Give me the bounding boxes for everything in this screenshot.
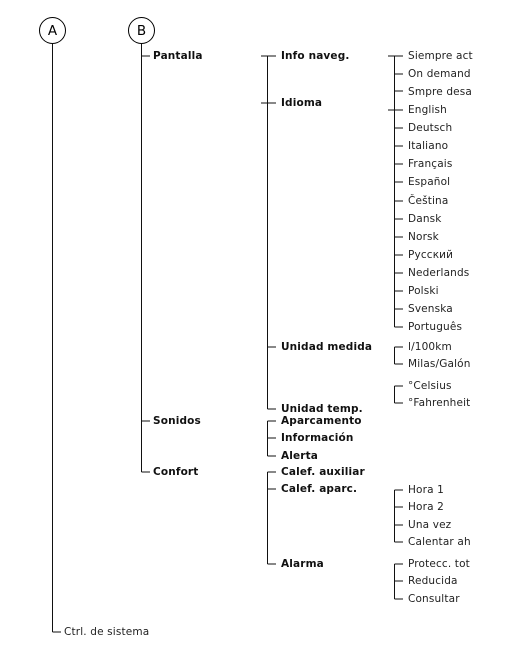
option-l-100km[interactable]: l/100km bbox=[408, 341, 452, 353]
option-on-demand[interactable]: On demand bbox=[408, 68, 471, 80]
option-english[interactable]: English bbox=[408, 104, 447, 116]
option-smpre-desa[interactable]: Smpre desa bbox=[408, 86, 472, 98]
option-consultar[interactable]: Consultar bbox=[408, 593, 460, 605]
option-hora-1[interactable]: Hora 1 bbox=[408, 484, 444, 496]
node-calef-auxiliar[interactable]: Calef. auxiliar bbox=[281, 466, 365, 478]
option-francais[interactable]: Français bbox=[408, 158, 452, 170]
node-sonidos[interactable]: Sonidos bbox=[153, 415, 201, 427]
option-cestina[interactable]: Čeština bbox=[408, 195, 448, 207]
option-reducida[interactable]: Reducida bbox=[408, 575, 458, 587]
node-alarma[interactable]: Alarma bbox=[281, 558, 324, 570]
menu-tree-diagram: A B Pantalla Sonidos Confort Info naveg.… bbox=[0, 0, 518, 650]
column-badge-b: B bbox=[128, 17, 155, 44]
option-svenska[interactable]: Svenska bbox=[408, 303, 453, 315]
node-idioma[interactable]: Idioma bbox=[281, 97, 322, 109]
option-una-vez[interactable]: Una vez bbox=[408, 519, 451, 531]
option-portugues[interactable]: Português bbox=[408, 321, 462, 333]
option-espanol[interactable]: Español bbox=[408, 176, 450, 188]
option-milas-galon[interactable]: Milas/Galón bbox=[408, 358, 471, 370]
option-fahrenheit[interactable]: °Fahrenheit bbox=[408, 397, 470, 409]
node-alerta[interactable]: Alerta bbox=[281, 450, 318, 462]
option-nederlands[interactable]: Nederlands bbox=[408, 267, 469, 279]
node-pantalla[interactable]: Pantalla bbox=[153, 50, 203, 62]
option-italiano[interactable]: Italiano bbox=[408, 140, 448, 152]
node-unidad-medida[interactable]: Unidad medida bbox=[281, 341, 372, 353]
option-celsius[interactable]: °Celsius bbox=[408, 380, 452, 392]
node-info-naveg[interactable]: Info naveg. bbox=[281, 50, 350, 62]
option-polski[interactable]: Polski bbox=[408, 285, 439, 297]
option-deutsch[interactable]: Deutsch bbox=[408, 122, 452, 134]
node-informacion[interactable]: Información bbox=[281, 432, 354, 444]
root-note-label: Ctrl. de sistema bbox=[64, 626, 150, 638]
option-protecc-tot[interactable]: Protecc. tot bbox=[408, 558, 470, 570]
option-hora-2[interactable]: Hora 2 bbox=[408, 501, 444, 513]
option-norsk[interactable]: Norsk bbox=[408, 231, 439, 243]
node-calef-aparc[interactable]: Calef. aparc. bbox=[281, 483, 357, 495]
option-calentar-ah[interactable]: Calentar ah bbox=[408, 536, 471, 548]
node-unidad-temp[interactable]: Unidad temp. bbox=[281, 403, 363, 415]
option-siempre-act[interactable]: Siempre act bbox=[408, 50, 473, 62]
option-dansk[interactable]: Dansk bbox=[408, 213, 441, 225]
column-badge-a: A bbox=[39, 17, 66, 44]
option-russian[interactable]: Русский bbox=[408, 249, 453, 261]
node-aparcamento[interactable]: Aparcamento bbox=[281, 415, 362, 427]
node-confort[interactable]: Confort bbox=[153, 466, 198, 478]
